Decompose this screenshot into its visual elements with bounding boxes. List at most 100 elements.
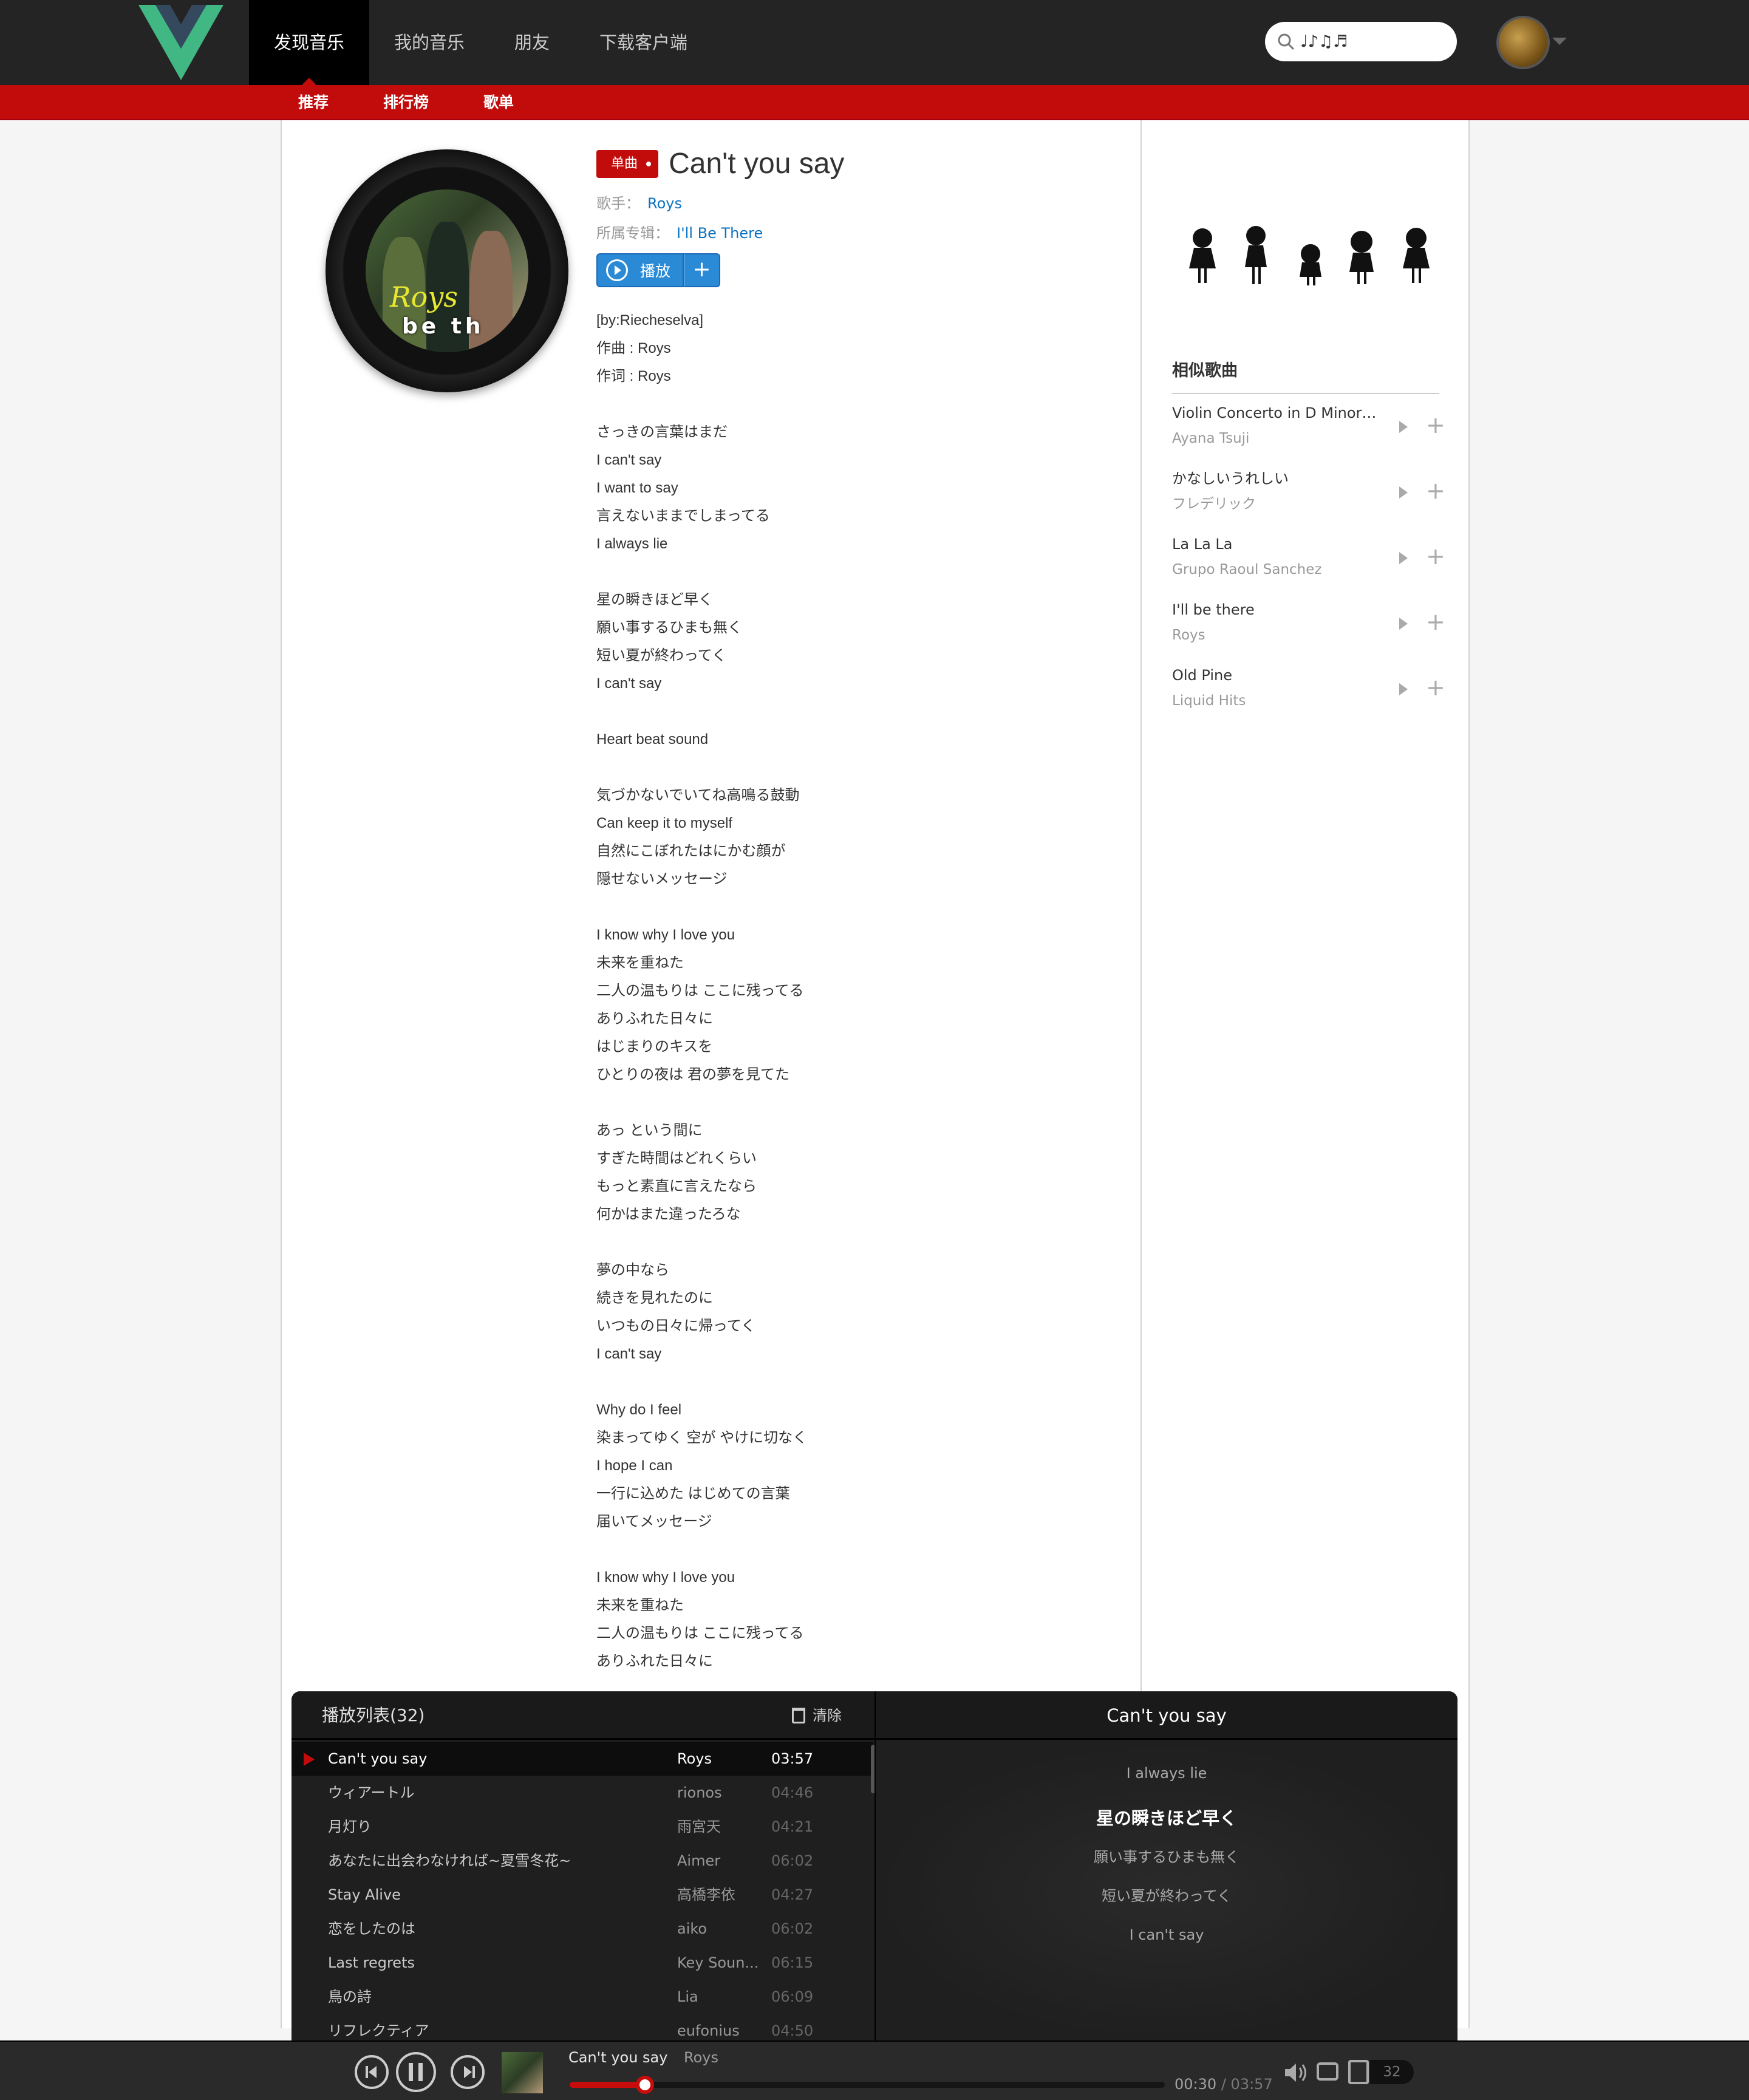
playlist-row[interactable]: ウィアートル rionos 04:46 <box>292 1776 873 1810</box>
playlist-icon[interactable] <box>1348 2060 1369 2084</box>
nav-download[interactable]: 下载客户端 <box>574 0 712 85</box>
clear-playlist-button[interactable]: 清除 <box>792 1691 842 1740</box>
previous-button[interactable] <box>355 2055 389 2089</box>
playlist-row[interactable]: Stay Alive 高橋李依 04:27 <box>292 1878 873 1912</box>
album-disc: Roys be th <box>326 149 568 392</box>
lyric-line: I hope I can <box>596 1457 673 1474</box>
playlist-song-name: 月灯り <box>328 1818 372 1835</box>
top-nav-bar: 发现音乐 我的音乐 朋友 下载客户端 <box>0 0 1749 85</box>
subnav-rank[interactable]: 排行榜 <box>356 85 456 120</box>
song-info: 单曲 Can't you say 歌手： Roys 所属专辑： I'll Be Th… <box>596 147 1119 1676</box>
playlist-song-artist[interactable]: 雨宮天 <box>677 1810 762 1844</box>
nav-friends[interactable]: 朋友 <box>489 0 574 85</box>
lyric-gap <box>876 1793 1458 1799</box>
playlist-count[interactable]: 32 <box>1370 2060 1414 2084</box>
now-playing-title: Can't you say <box>1106 1705 1227 1726</box>
album-label: 所属专辑： <box>596 225 669 242</box>
player-album-thumbnail[interactable] <box>502 2052 543 2093</box>
playlist-song-artist[interactable]: Lia <box>677 1980 762 2014</box>
subnav-playlists[interactable]: 歌单 <box>456 85 541 120</box>
subnav-recommend[interactable]: 推荐 <box>271 85 356 120</box>
lyric-line: Can keep it to myself <box>596 815 733 831</box>
playlist-song-artist[interactable]: Roys <box>677 1742 762 1776</box>
similar-song-name[interactable]: かなしいうれしい <box>1172 466 1379 491</box>
add-icon[interactable]: + <box>1426 674 1445 701</box>
playlist-row[interactable]: Can't you say Roys 03:57 <box>292 1742 873 1776</box>
lyric-line: 届いてメッセージ <box>596 1513 712 1530</box>
similar-song-name[interactable]: Old Pine <box>1172 663 1379 687</box>
chevron-down-icon[interactable] <box>1552 38 1567 45</box>
playlist-row[interactable]: 月灯り 雨宮天 04:21 <box>292 1810 873 1844</box>
player-artist[interactable]: Roys <box>684 2049 718 2066</box>
lyric-gap <box>596 1536 1119 1564</box>
time-display: 00:30 / 03:57 <box>1175 2076 1273 2093</box>
similar-song-name[interactable]: I'll be there <box>1172 598 1379 622</box>
playlist-song-artist[interactable]: aiko <box>677 1912 762 1946</box>
play-icon[interactable] <box>1397 680 1411 698</box>
lyric-line: 一行に込めた はじめての言葉 <box>596 1485 790 1502</box>
playlist-song-artist[interactable]: rionos <box>677 1776 762 1810</box>
scrolling-lyric-line: 短い夏が終わってく <box>1101 1887 1232 1904</box>
player-song-title[interactable]: Can't you say <box>568 2049 667 2066</box>
artist-link[interactable]: Roys <box>647 195 682 212</box>
vue-logo[interactable] <box>138 5 223 80</box>
add-icon[interactable]: + <box>1426 543 1445 570</box>
progress-bar[interactable] <box>570 2076 1165 2094</box>
avatar[interactable] <box>1496 16 1550 69</box>
similar-song-name[interactable]: La La La <box>1172 532 1379 556</box>
scrolling-lyric-line: I always lie <box>1126 1765 1207 1782</box>
add-icon[interactable]: + <box>1426 609 1445 635</box>
nav-my-music[interactable]: 我的音乐 <box>369 0 489 85</box>
play-circle-icon <box>606 259 628 281</box>
add-icon[interactable]: + <box>1426 412 1445 438</box>
similar-song-item: I'll be there Roys + <box>1172 598 1445 663</box>
play-icon[interactable] <box>1397 615 1411 633</box>
playlist-song-duration: 04:50 <box>771 2022 814 2039</box>
lyric-line: 作曲 : Roys <box>596 340 671 356</box>
playlist-row[interactable]: Last regrets Key Soun... 06:15 <box>292 1946 873 1980</box>
lyric-line: あっ という間に <box>596 1122 703 1139</box>
playlist-song-artist[interactable]: Aimer <box>677 1844 762 1878</box>
playlist-song-artist[interactable]: eufonius <box>677 2014 762 2040</box>
playlist-row[interactable]: 恋をしたのは aiko 06:02 <box>292 1912 873 1946</box>
album-link[interactable]: I'll Be There <box>677 225 763 242</box>
lyric-gap <box>596 698 1119 726</box>
play-button[interactable]: 播放 <box>596 253 684 287</box>
playlist-song-duration: 03:57 <box>771 1750 814 1767</box>
playlist-song-name: リフレクティア <box>328 2022 429 2039</box>
lyric-gap <box>596 893 1119 921</box>
add-to-playlist-button[interactable]: + <box>684 253 721 287</box>
play-icon[interactable] <box>1397 549 1411 567</box>
playlist-song-duration: 06:15 <box>771 1954 814 1971</box>
nav-discover[interactable]: 发现音乐 <box>249 0 370 85</box>
playlist-row[interactable]: 鳥の詩 Lia 06:09 <box>292 1980 873 2014</box>
time-separator: / <box>1221 2076 1226 2093</box>
play-icon[interactable] <box>1397 483 1411 502</box>
lyric-line: Why do I feel <box>596 1402 682 1418</box>
search-box[interactable] <box>1265 22 1457 61</box>
playlist-song-artist[interactable]: Key Soun... <box>677 1946 762 1980</box>
lyric-line: 夢の中なら <box>596 1262 669 1278</box>
lyric-line: [by:Riecheselva] <box>596 312 704 329</box>
play-icon[interactable] <box>1397 418 1411 436</box>
playlist-song-artist[interactable]: 高橋李依 <box>677 1878 762 1912</box>
similar-song-name[interactable]: Violin Concerto in D Minor,... <box>1172 401 1379 425</box>
song-title: Can't you say <box>669 148 845 180</box>
total-time: 03:57 <box>1230 2076 1273 2093</box>
playlist-row[interactable]: あなたに出会わなければ~夏雪冬花~ Aimer 06:02 <box>292 1844 873 1878</box>
single-tag: 单曲 <box>596 149 659 178</box>
loop-mode-icon[interactable] <box>1317 2062 1338 2081</box>
lyric-line: I can't say <box>596 1346 662 1362</box>
lyric-line: I know why I love you <box>596 927 735 943</box>
next-button[interactable] <box>451 2055 485 2089</box>
lyric-gap <box>596 558 1119 586</box>
add-icon[interactable]: + <box>1426 477 1445 504</box>
lyric-line: もっと素直に言えたなら <box>596 1178 757 1195</box>
artist-label: 歌手： <box>596 195 640 212</box>
pause-button[interactable] <box>396 2052 436 2092</box>
search-input[interactable] <box>1300 32 1446 51</box>
playlist-row[interactable]: リフレクティア eufonius 04:50 <box>292 2014 873 2040</box>
volume-icon[interactable] <box>1284 2062 1308 2083</box>
progress-handle[interactable] <box>636 2076 655 2094</box>
current-time: 00:30 <box>1175 2076 1217 2093</box>
